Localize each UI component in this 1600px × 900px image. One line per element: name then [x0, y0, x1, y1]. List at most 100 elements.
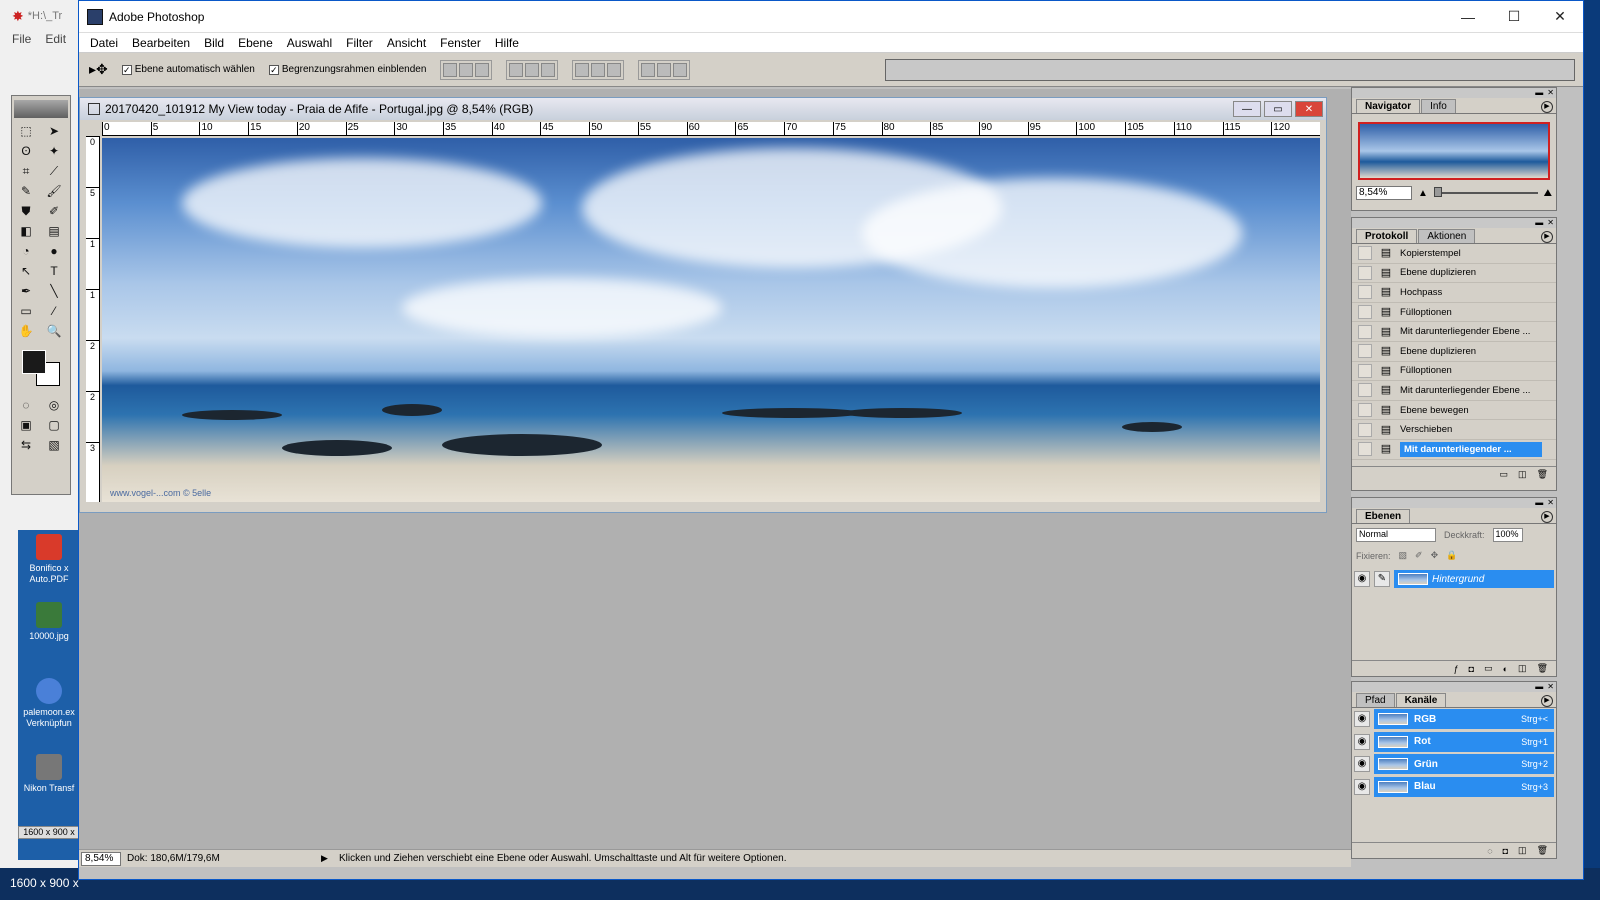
- menu-datei[interactable]: Datei: [83, 36, 125, 50]
- tab-navigator[interactable]: Navigator: [1356, 99, 1421, 113]
- color-swatches[interactable]: [18, 346, 64, 390]
- eye-icon[interactable]: ◉: [1354, 778, 1370, 795]
- tab-aktionen[interactable]: Aktionen: [1418, 229, 1476, 243]
- layer-name-cell[interactable]: Hintergrund: [1394, 570, 1554, 588]
- slice-tool-icon[interactable]: ⟋: [43, 162, 65, 180]
- zoom-tool-icon[interactable]: 🔍: [43, 322, 65, 340]
- lasso-tool-icon[interactable]: ʘ: [15, 142, 37, 160]
- history-snapshot-box[interactable]: [1358, 265, 1372, 280]
- tab-kanaele[interactable]: Kanäle: [1395, 693, 1447, 707]
- zoom-out-icon[interactable]: ▲: [1418, 188, 1428, 199]
- channel-bar[interactable]: Blau Strg+3: [1374, 776, 1554, 797]
- channel-row[interactable]: ◉ Rot Strg+1: [1354, 731, 1554, 754]
- align-buttons-2[interactable]: [506, 59, 559, 80]
- brush-tool-icon[interactable]: 🖌: [43, 182, 65, 200]
- tab-ebenen[interactable]: Ebenen: [1356, 509, 1411, 523]
- tab-info[interactable]: Info: [1421, 99, 1456, 113]
- horizontal-ruler[interactable]: 0 5 10 15 20 25 30 35 40 45 50 55 60 65 70 75 80 85 90 95 10…: [102, 122, 1320, 136]
- history-snapshot-box[interactable]: [1358, 324, 1372, 339]
- menu-fenster[interactable]: Fenster: [433, 36, 488, 50]
- clone-stamp-icon[interactable]: ⛊: [15, 202, 37, 220]
- panel-controls[interactable]: ▬ ✕: [1352, 88, 1556, 98]
- blur-tool-icon[interactable]: ◔: [15, 242, 37, 260]
- eraser-tool-icon[interactable]: ◧: [15, 222, 37, 240]
- panel-menu-icon[interactable]: ▶: [1541, 695, 1553, 707]
- hand-tool-icon[interactable]: ✋: [15, 322, 37, 340]
- navigator-zoom-field[interactable]: 8,54%: [1356, 186, 1412, 200]
- history-brush-icon[interactable]: ✐: [43, 202, 65, 220]
- screen-mode-icon[interactable]: ▣: [15, 416, 37, 434]
- maximize-button[interactable]: ☐: [1491, 1, 1537, 33]
- distribute-buttons-2[interactable]: [638, 59, 691, 80]
- channel-bar[interactable]: Rot Strg+1: [1374, 731, 1554, 752]
- gradient-tool-icon[interactable]: ▤: [43, 222, 65, 240]
- panel-menu-icon[interactable]: ▶: [1541, 101, 1553, 113]
- auto-select-checkbox[interactable]: ✓ Ebene automatisch wählen: [121, 64, 255, 75]
- lock-position-icon[interactable]: ✥: [1431, 550, 1439, 561]
- zoom-in-icon[interactable]: ⛰: [1544, 188, 1552, 199]
- quickmask-mode-icon[interactable]: ◎: [43, 396, 65, 414]
- panel-menu-icon[interactable]: ▶: [1541, 231, 1553, 243]
- channel-row[interactable]: ◉ Grün Strg+2: [1354, 753, 1554, 776]
- image-canvas[interactable]: www.vogel-...com © 5elle: [102, 138, 1320, 502]
- history-snapshot-box[interactable]: [1358, 305, 1372, 320]
- move-tool-icon[interactable]: ▸✥: [89, 61, 108, 78]
- history-item[interactable]: ▤ Ebene duplizieren: [1352, 342, 1556, 362]
- desktop-icon-palemoon[interactable]: palemoon.ex Verknüpfun: [18, 678, 80, 729]
- brush-link-icon[interactable]: ✎: [1374, 571, 1390, 587]
- menu-bearbeiten[interactable]: Bearbeiten: [125, 36, 197, 50]
- history-snapshot-box[interactable]: [1358, 363, 1372, 378]
- layer-row[interactable]: ◉ ✎ Hintergrund: [1354, 569, 1554, 589]
- zoom-field[interactable]: 8,54%: [81, 851, 121, 866]
- dodge-tool-icon[interactable]: ●: [43, 242, 65, 260]
- save-selection-icon[interactable]: ◘: [1503, 846, 1508, 856]
- document-title-bar[interactable]: 20170420_101912 My View today - Praia de…: [80, 98, 1326, 120]
- crop-tool-icon[interactable]: ⌗: [15, 162, 37, 180]
- new-layer-icon[interactable]: ◫: [1518, 663, 1527, 674]
- foreground-color-swatch[interactable]: [22, 350, 46, 374]
- history-snapshot-box[interactable]: [1358, 344, 1372, 359]
- standard-mode-icon[interactable]: ◌: [15, 396, 37, 414]
- new-channel-icon[interactable]: ◫: [1518, 845, 1527, 856]
- channel-bar[interactable]: RGB Strg+<: [1374, 709, 1554, 730]
- eye-icon[interactable]: ◉: [1354, 711, 1370, 728]
- notes-tool-icon[interactable]: ▭: [15, 302, 37, 320]
- history-item[interactable]: ▤ Ebene bewegen: [1352, 401, 1556, 421]
- bg-menu-file[interactable]: File: [12, 32, 31, 52]
- menu-ansicht[interactable]: Ansicht: [380, 36, 433, 50]
- move-tool-icon[interactable]: ➤: [43, 122, 65, 140]
- zoom-slider[interactable]: [1433, 187, 1538, 197]
- panel-menu-icon[interactable]: ▶: [1541, 511, 1553, 523]
- new-snapshot-icon[interactable]: ◫: [1518, 469, 1527, 480]
- channel-row[interactable]: ◉ Blau Strg+3: [1354, 776, 1554, 799]
- opacity-field[interactable]: 100%: [1492, 528, 1523, 542]
- menu-bild[interactable]: Bild: [197, 36, 231, 50]
- channel-bar[interactable]: Grün Strg+2: [1374, 754, 1554, 775]
- menu-hilfe[interactable]: Hilfe: [488, 36, 526, 50]
- doc-close-button[interactable]: ✕: [1295, 101, 1323, 117]
- text-tool-icon[interactable]: T: [43, 262, 65, 280]
- close-button[interactable]: ✕: [1537, 1, 1583, 33]
- history-snapshot-box[interactable]: [1358, 442, 1372, 457]
- history-item[interactable]: ▤ Fülloptionen: [1352, 303, 1556, 323]
- marquee-tool-icon[interactable]: ⬚: [15, 122, 37, 140]
- layer-style-icon[interactable]: ƒ: [1454, 664, 1459, 674]
- history-item[interactable]: ▤ Verschieben: [1352, 420, 1556, 440]
- imageready-jump-icon[interactable]: ⇆: [15, 436, 37, 454]
- history-snapshot-box[interactable]: [1358, 403, 1372, 418]
- menu-filter[interactable]: Filter: [339, 36, 380, 50]
- menu-auswahl[interactable]: Auswahl: [280, 36, 339, 50]
- history-item[interactable]: ▤ Ebene duplizieren: [1352, 264, 1556, 284]
- healing-brush-icon[interactable]: ✎: [15, 182, 37, 200]
- panel-controls[interactable]: ▬ ✕: [1352, 498, 1556, 508]
- doc-minimize-button[interactable]: —: [1233, 101, 1261, 117]
- history-snapshot-box[interactable]: [1358, 285, 1372, 300]
- show-bounds-checkbox[interactable]: ✓ Begrenzungsrahmen einblenden: [268, 64, 426, 75]
- eye-icon[interactable]: ◉: [1354, 571, 1370, 587]
- line-tool-icon[interactable]: ╲: [43, 282, 65, 300]
- history-snapshot-box[interactable]: [1358, 246, 1372, 261]
- tab-protokoll[interactable]: Protokoll: [1356, 229, 1418, 243]
- desktop-icon-nikon[interactable]: Nikon Transf: [18, 754, 80, 794]
- eyedropper-icon[interactable]: ⁄: [43, 302, 65, 320]
- adjustment-layer-icon[interactable]: ◐: [1503, 664, 1508, 674]
